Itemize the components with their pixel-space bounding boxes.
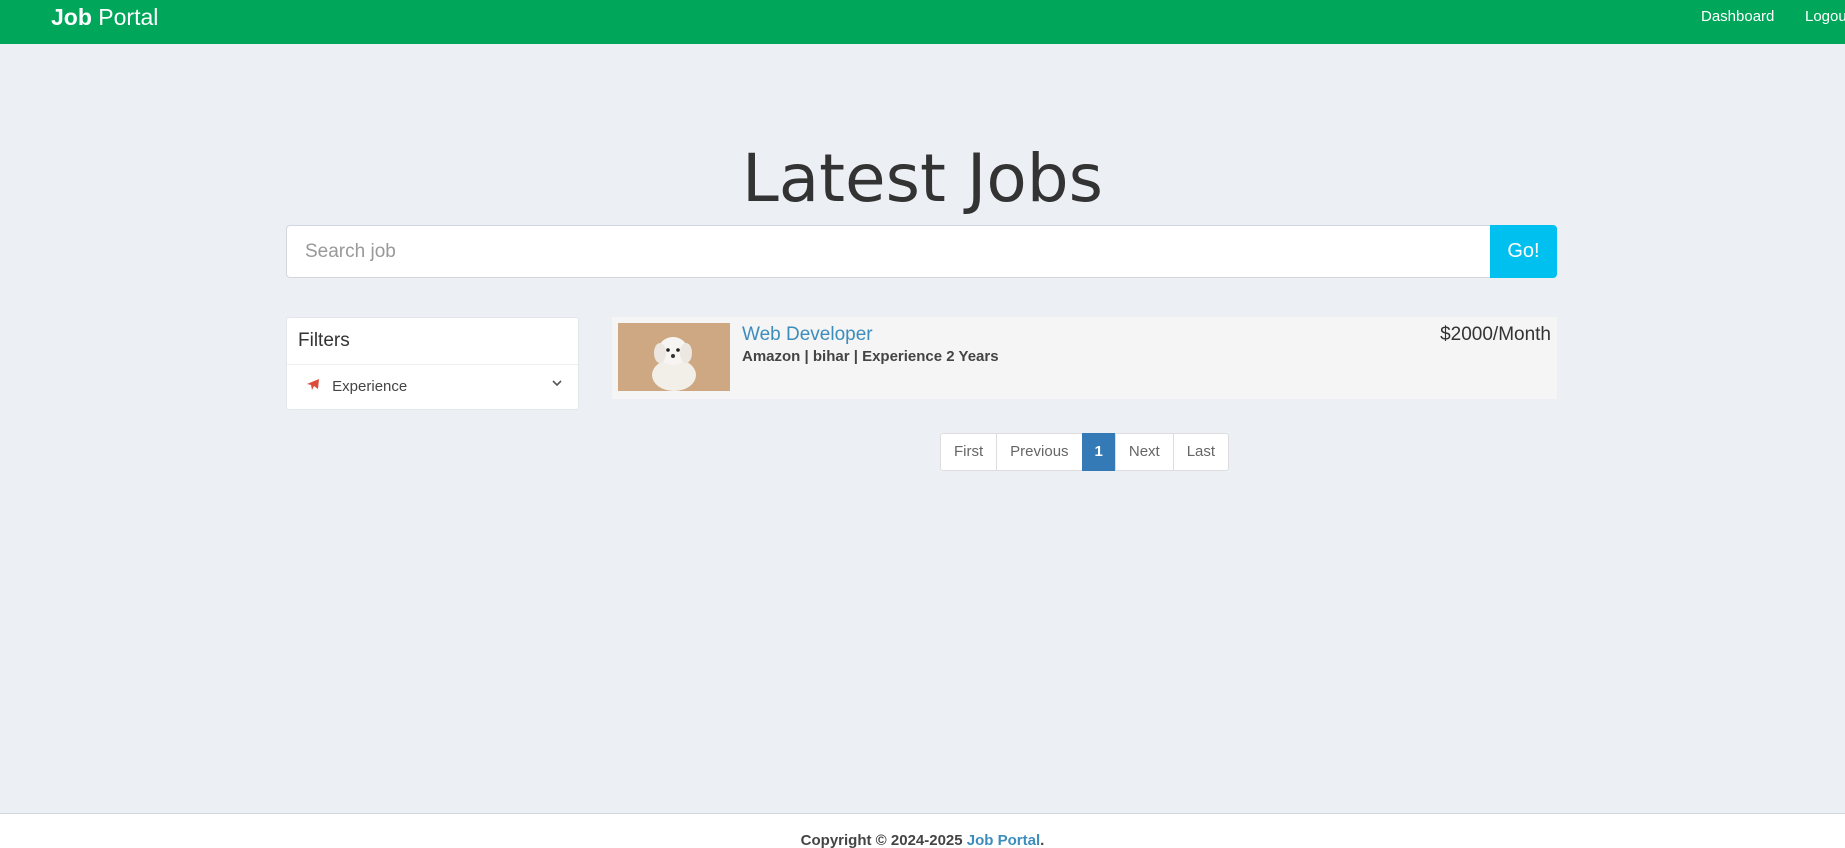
page-first[interactable]: First xyxy=(940,433,998,471)
filter-item-label: Experience xyxy=(332,378,408,395)
chevron-down-icon[interactable] xyxy=(552,375,562,390)
page-title: Latest Jobs xyxy=(741,140,1104,217)
brand-logo[interactable]: Job Portal xyxy=(51,4,158,31)
footer-copyright: Copyright © 2024-2025 xyxy=(800,832,963,848)
brand-bold: Job xyxy=(51,4,92,30)
nav-logout-link[interactable]: Logou xyxy=(1805,8,1845,25)
page-previous[interactable]: Previous xyxy=(996,433,1083,471)
job-meta: Amazon | bihar | Experience 2 Years xyxy=(742,348,999,365)
search-input[interactable] xyxy=(286,225,1491,278)
filters-header: Filters xyxy=(287,318,578,365)
filters-panel: Filters Experience xyxy=(286,317,579,410)
top-navbar: Job Portal Dashboard Logou xyxy=(0,0,1845,44)
page-next[interactable]: Next xyxy=(1114,433,1174,471)
footer-suffix: . xyxy=(1040,832,1045,848)
nav-dashboard-link[interactable]: Dashboard xyxy=(1701,8,1774,25)
pagination: First Previous 1 Next Last xyxy=(940,433,1230,471)
search-go-button[interactable]: Go! xyxy=(1490,225,1557,278)
plane-icon xyxy=(306,378,320,394)
footer: Copyright © 2024-2025 Job Portal. xyxy=(0,813,1845,848)
job-salary: $2000/Month xyxy=(1440,324,1551,345)
footer-link[interactable]: Job Portal xyxy=(967,832,1040,848)
job-title-link[interactable]: Web Developer xyxy=(742,324,873,346)
filter-item-experience[interactable]: Experience xyxy=(287,365,578,410)
search-bar: Go! xyxy=(286,225,1557,278)
job-thumbnail[interactable] xyxy=(618,323,730,391)
job-card[interactable]: Web Developer Amazon | bihar | Experienc… xyxy=(612,317,1557,399)
page-last[interactable]: Last xyxy=(1172,433,1230,471)
page-current[interactable]: 1 xyxy=(1081,433,1116,471)
brand-rest: Portal xyxy=(98,4,159,30)
